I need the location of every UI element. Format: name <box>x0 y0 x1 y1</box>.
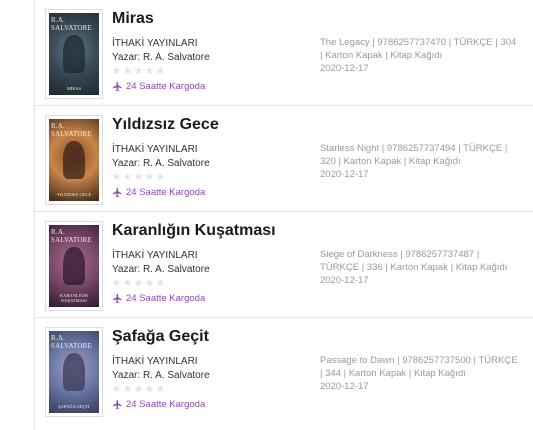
product-details: Siege of Darkness | 9786257737487 | TÜRK… <box>320 248 520 287</box>
cover-title: ŞAFAĞA GEÇİT <box>58 404 90 409</box>
book-cover[interactable]: R.A. SALVATORE MİRAS <box>45 9 103 99</box>
cover-brand: R.A. SALVATORE <box>51 122 92 138</box>
author-name[interactable]: Yazar: R. A. Salvatore <box>112 158 210 169</box>
star-icon: ★ <box>156 384 165 395</box>
release-date: 2020-12-17 <box>320 63 369 74</box>
star-icon: ★ <box>112 278 121 289</box>
star-icon: ★ <box>134 384 143 395</box>
rating-stars: ★ ★ ★ ★ ★ <box>112 67 166 77</box>
product-details: The Legacy | 9786257737470 | TÜRKÇE | 30… <box>320 36 520 75</box>
cover-brand: R.A. SALVATORE <box>51 228 92 244</box>
star-icon: ★ <box>156 278 165 289</box>
shipping-badge: 24 Saatte Kargoda <box>112 293 205 304</box>
rating-stars: ★ ★ ★ ★ ★ <box>112 385 166 395</box>
airplane-icon <box>112 293 122 304</box>
product-details: Passage to Dawn | 9786257737500 | TÜRKÇE… <box>320 354 520 393</box>
star-icon: ★ <box>145 278 154 289</box>
shipping-label: 24 Saatte Kargoda <box>126 187 206 198</box>
product-title[interactable]: Şafağa Geçit <box>112 328 209 346</box>
list-item: R.A. SALVATORE YILDIZSIZ GECE Yıldızsız … <box>35 106 533 212</box>
star-icon: ★ <box>123 172 132 183</box>
cover-figure <box>63 353 85 391</box>
shipping-label: 24 Saatte Kargoda <box>126 293 206 304</box>
details-text: Starless Night | 9786257737494 | TÜRKÇE … <box>320 143 508 167</box>
book-cover[interactable]: R.A. SALVATORE ŞAFAĞA GEÇİT <box>45 327 103 417</box>
release-date: 2020-12-17 <box>320 381 369 392</box>
star-icon: ★ <box>134 66 143 77</box>
cover-image: R.A. SALVATORE YILDIZSIZ GECE <box>49 119 99 201</box>
shipping-badge: 24 Saatte Kargoda <box>112 81 205 92</box>
publisher-name[interactable]: İTHAKİ YAYINLARI <box>112 250 198 261</box>
cover-figure <box>63 141 85 179</box>
details-text: Passage to Dawn | 9786257737500 | TÜRKÇE… <box>320 355 518 379</box>
cover-brand: R.A. SALVATORE <box>51 16 92 32</box>
shipping-badge: 24 Saatte Kargoda <box>112 187 205 198</box>
publisher-name[interactable]: İTHAKİ YAYINLARI <box>112 356 198 367</box>
star-icon: ★ <box>156 66 165 77</box>
star-icon: ★ <box>112 172 121 183</box>
cover-title: MİRAS <box>66 86 82 91</box>
details-text: Siege of Darkness | 9786257737487 | TÜRK… <box>320 249 508 273</box>
cover-title: YILDIZSIZ GECE <box>56 192 92 197</box>
release-date: 2020-12-17 <box>320 275 369 286</box>
star-icon: ★ <box>123 278 132 289</box>
list-item: R.A. SALVATORE KARANLIĞIN KUŞATMASI Kara… <box>35 212 533 318</box>
product-title[interactable]: Yıldızsız Gece <box>112 116 219 134</box>
publisher-name[interactable]: İTHAKİ YAYINLARI <box>112 144 198 155</box>
star-icon: ★ <box>123 66 132 77</box>
product-title[interactable]: Miras <box>112 10 154 28</box>
product-list: R.A. SALVATORE MİRAS Miras İTHAKİ YAYINL… <box>34 0 533 430</box>
list-item: R.A. SALVATORE MİRAS Miras İTHAKİ YAYINL… <box>35 0 533 106</box>
list-item: R.A. SALVATORE ŞAFAĞA GEÇİT Şafağa Geçit… <box>35 318 533 424</box>
cover-title: KARANLIĞIN KUŞATMASI <box>59 293 89 303</box>
airplane-icon <box>112 81 122 92</box>
release-date: 2020-12-17 <box>320 169 369 180</box>
details-text: The Legacy | 9786257737470 | TÜRKÇE | 30… <box>320 37 517 61</box>
author-name[interactable]: Yazar: R. A. Salvatore <box>112 52 210 63</box>
star-icon: ★ <box>123 384 132 395</box>
star-icon: ★ <box>134 278 143 289</box>
book-cover[interactable]: R.A. SALVATORE YILDIZSIZ GECE <box>45 115 103 205</box>
cover-figure <box>63 247 85 285</box>
shipping-badge: 24 Saatte Kargoda <box>112 399 205 410</box>
shipping-label: 24 Saatte Kargoda <box>126 399 206 410</box>
shipping-label: 24 Saatte Kargoda <box>126 81 206 92</box>
star-icon: ★ <box>112 384 121 395</box>
star-icon: ★ <box>145 384 154 395</box>
cover-image: R.A. SALVATORE ŞAFAĞA GEÇİT <box>49 331 99 413</box>
airplane-icon <box>112 187 122 198</box>
star-icon: ★ <box>145 66 154 77</box>
star-icon: ★ <box>156 172 165 183</box>
star-icon: ★ <box>112 66 121 77</box>
cover-figure <box>63 35 85 73</box>
cover-image: R.A. SALVATORE MİRAS <box>49 13 99 95</box>
product-details: Starless Night | 9786257737494 | TÜRKÇE … <box>320 142 520 181</box>
author-name[interactable]: Yazar: R. A. Salvatore <box>112 264 210 275</box>
star-icon: ★ <box>145 172 154 183</box>
cover-image: R.A. SALVATORE KARANLIĞIN KUŞATMASI <box>49 225 99 307</box>
product-title[interactable]: Karanlığın Kuşatması <box>112 222 276 240</box>
rating-stars: ★ ★ ★ ★ ★ <box>112 173 166 183</box>
rating-stars: ★ ★ ★ ★ ★ <box>112 279 166 289</box>
book-cover[interactable]: R.A. SALVATORE KARANLIĞIN KUŞATMASI <box>45 221 103 311</box>
airplane-icon <box>112 399 122 410</box>
star-icon: ★ <box>134 172 143 183</box>
cover-brand: R.A. SALVATORE <box>51 334 92 350</box>
author-name[interactable]: Yazar: R. A. Salvatore <box>112 370 210 381</box>
publisher-name[interactable]: İTHAKİ YAYINLARI <box>112 38 198 49</box>
